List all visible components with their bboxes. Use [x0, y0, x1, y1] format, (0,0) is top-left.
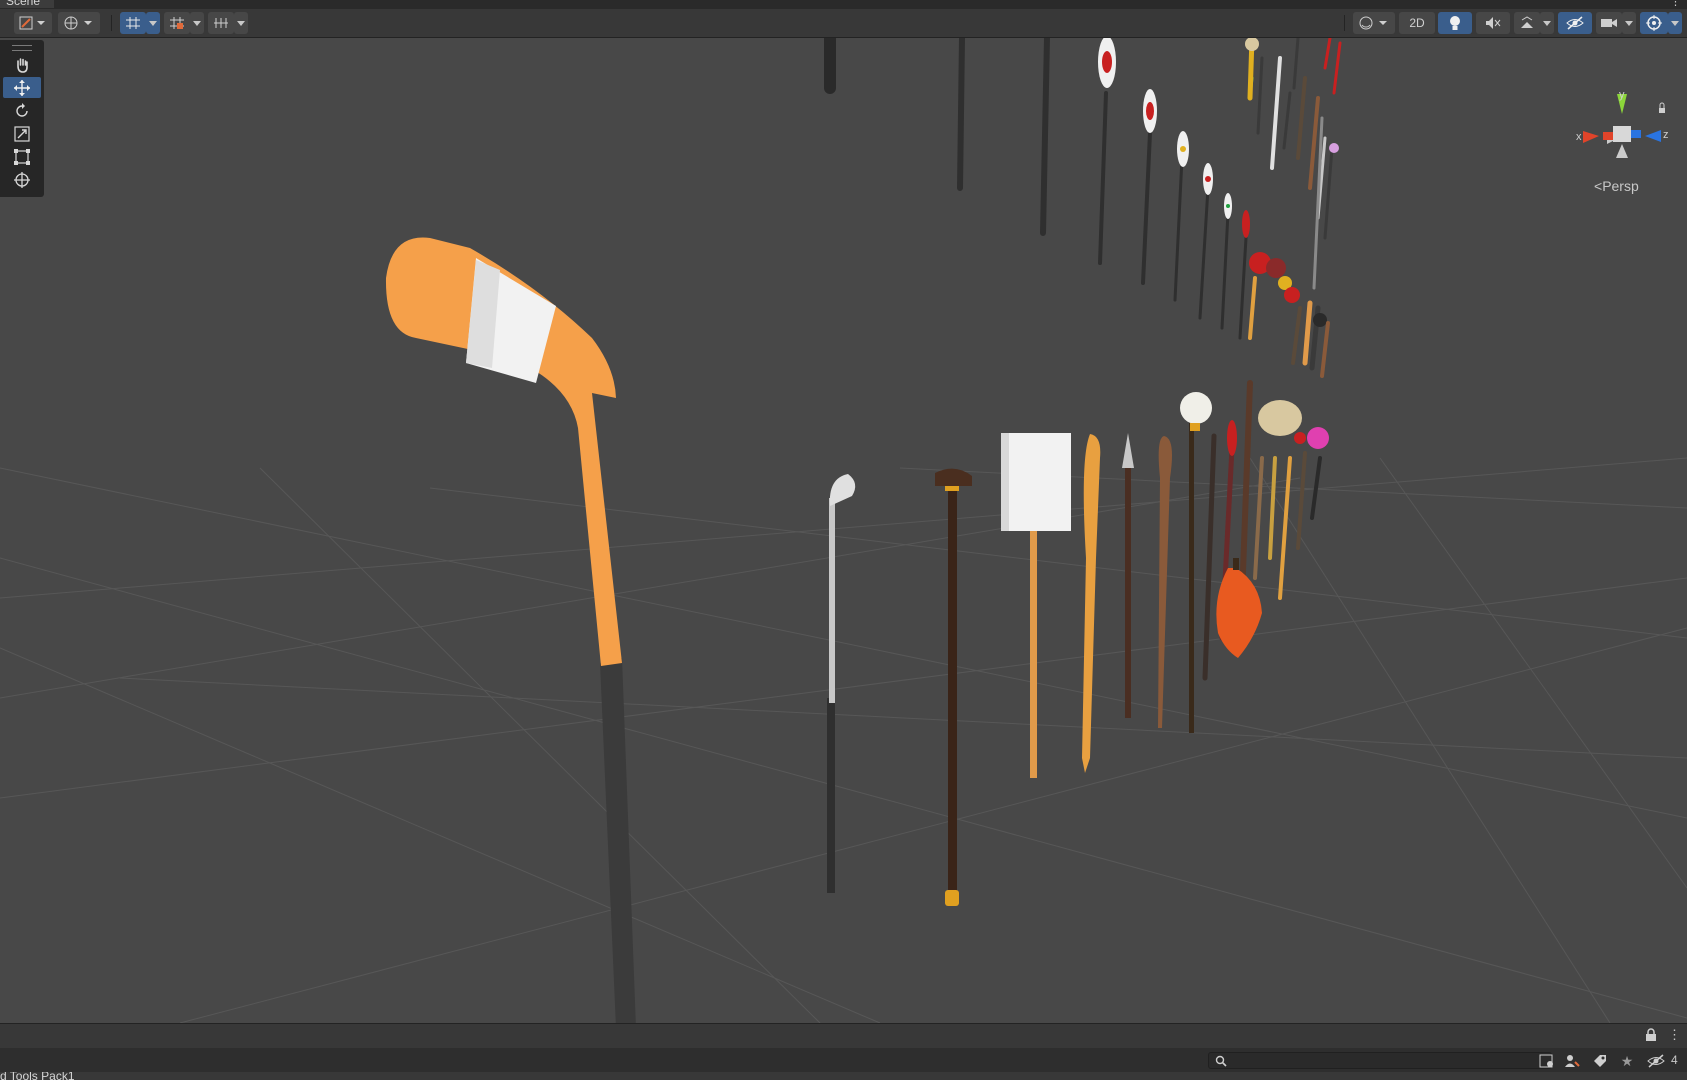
scene-tab-label: Scene [6, 0, 41, 8]
snap-dropdown-button[interactable] [190, 12, 204, 34]
globe-icon [64, 16, 92, 30]
scene-tab[interactable]: Scene [0, 0, 55, 8]
scene-viewport[interactable]: y x z <Persp [0, 38, 1687, 1023]
chevron-down-icon [237, 20, 245, 26]
2d-mode-button[interactable]: 2D [1399, 12, 1435, 34]
scene-render [0, 38, 1687, 1023]
increment-snap-icon [214, 18, 228, 28]
scale-tool-icon [14, 125, 30, 142]
scene-footer: ⋮ [0, 1023, 1687, 1048]
gizmo-x-label: x [1576, 131, 1582, 143]
chevron-down-icon [149, 20, 157, 26]
hand-tool-icon [17, 57, 28, 73]
visibility-off-icon [1647, 1054, 1665, 1068]
chevron-down-icon [1625, 20, 1633, 26]
star-icon: ★ [1620, 1052, 1634, 1069]
gizmo-z-label: z [1663, 129, 1669, 141]
back-row-poles [824, 38, 1250, 340]
gizmo-y-label: y [1619, 89, 1625, 101]
project-toolbar: ★ 4 [0, 1048, 1687, 1072]
transform-tool-icon [14, 171, 30, 188]
person-icon [1565, 1055, 1580, 1067]
favorite-button[interactable]: ★ [1618, 1052, 1636, 1070]
audio-icon [1486, 17, 1501, 29]
increment-dropdown-button[interactable] [234, 12, 248, 34]
filter-by-type-button[interactable] [1538, 1052, 1556, 1070]
hidden-packages-button[interactable] [1643, 1052, 1669, 1070]
rotate-tool-button[interactable] [3, 100, 41, 121]
gizmos-toggle-button[interactable] [1640, 12, 1668, 34]
toolbar-separator [1344, 15, 1345, 31]
visibility-icon [1566, 16, 1584, 30]
audio-toggle-button[interactable] [1476, 12, 1510, 34]
tab-bar: Scene ⋮ [0, 0, 1687, 9]
increment-snap-button[interactable] [208, 12, 234, 34]
snap-toggle-button[interactable] [164, 12, 190, 34]
rotate-tool-icon [16, 102, 28, 117]
render-mode-button[interactable] [58, 12, 100, 34]
move-tool-icon [14, 79, 30, 96]
draw-mode-icon [19, 16, 45, 30]
grid-icon [126, 17, 140, 29]
panel-drag-handle[interactable] [12, 45, 32, 51]
camera-mode-label: Persp [1602, 178, 1639, 194]
filter-by-label-button[interactable] [1563, 1052, 1581, 1070]
lock-icon[interactable] [1645, 1028, 1657, 1047]
more-options-icon[interactable]: ⋮ [1668, 1027, 1681, 1043]
chevron-down-icon [1671, 20, 1679, 26]
more-options-icon[interactable]: ⋮ [1670, 0, 1681, 8]
tag-button[interactable] [1591, 1052, 1609, 1070]
chevron-down-icon [1543, 20, 1551, 26]
scale-tool-button[interactable] [3, 123, 41, 144]
club-model [1158, 436, 1172, 728]
gizmos-dropdown-button[interactable] [1668, 12, 1682, 34]
scene-visibility-button[interactable] [1558, 12, 1592, 34]
paddle-model [1082, 434, 1101, 773]
move-tool-button[interactable] [3, 77, 41, 98]
rect-tool-icon [14, 148, 30, 165]
effects-icon [1521, 16, 1533, 28]
hidden-count: 4 [1671, 1053, 1678, 1067]
ground-grid [0, 457, 1687, 1023]
snap-icon [170, 17, 184, 29]
far-tool-cluster [1245, 38, 1342, 378]
effects-dropdown-button[interactable] [1540, 12, 1554, 34]
filter-type-icon [1539, 1054, 1553, 1068]
toolbar-separator [111, 15, 112, 31]
camera-mode-toggle[interactable]: <Persp [1594, 178, 1639, 194]
shading-sphere-icon [1359, 16, 1387, 30]
rect-tool-button[interactable] [3, 146, 41, 167]
camera-settings-button[interactable] [1596, 12, 1622, 34]
lighting-toggle-button[interactable] [1438, 12, 1472, 34]
draw-mode-button[interactable] [14, 12, 52, 34]
search-input[interactable] [1208, 1052, 1552, 1069]
effects-toggle-button[interactable] [1514, 12, 1540, 34]
grid-dropdown-button[interactable] [146, 12, 160, 34]
persp-chevron-icon: < [1594, 178, 1603, 194]
grid-toggle-button[interactable] [120, 12, 146, 34]
breadcrumb-bar: d Tools Pack1 [0, 1072, 1687, 1080]
search-icon [1215, 1055, 1227, 1067]
scene-toolbar: 2D [0, 9, 1687, 38]
camera-icon [1601, 19, 1617, 27]
spear-model [1122, 433, 1134, 718]
tools-overlay [0, 40, 44, 197]
tag-icon [1594, 1055, 1606, 1067]
gizmo-icon [1646, 15, 1662, 31]
hand-tool-button[interactable] [3, 54, 41, 75]
2d-mode-label: 2D [1409, 16, 1425, 30]
chevron-down-icon [193, 20, 201, 26]
shading-mode-button[interactable] [1353, 12, 1395, 34]
light-icon [1450, 16, 1460, 30]
camera-dropdown-button[interactable] [1622, 12, 1636, 34]
breadcrumb[interactable]: d Tools Pack1 [0, 1072, 75, 1080]
transform-tool-button[interactable] [3, 169, 41, 190]
